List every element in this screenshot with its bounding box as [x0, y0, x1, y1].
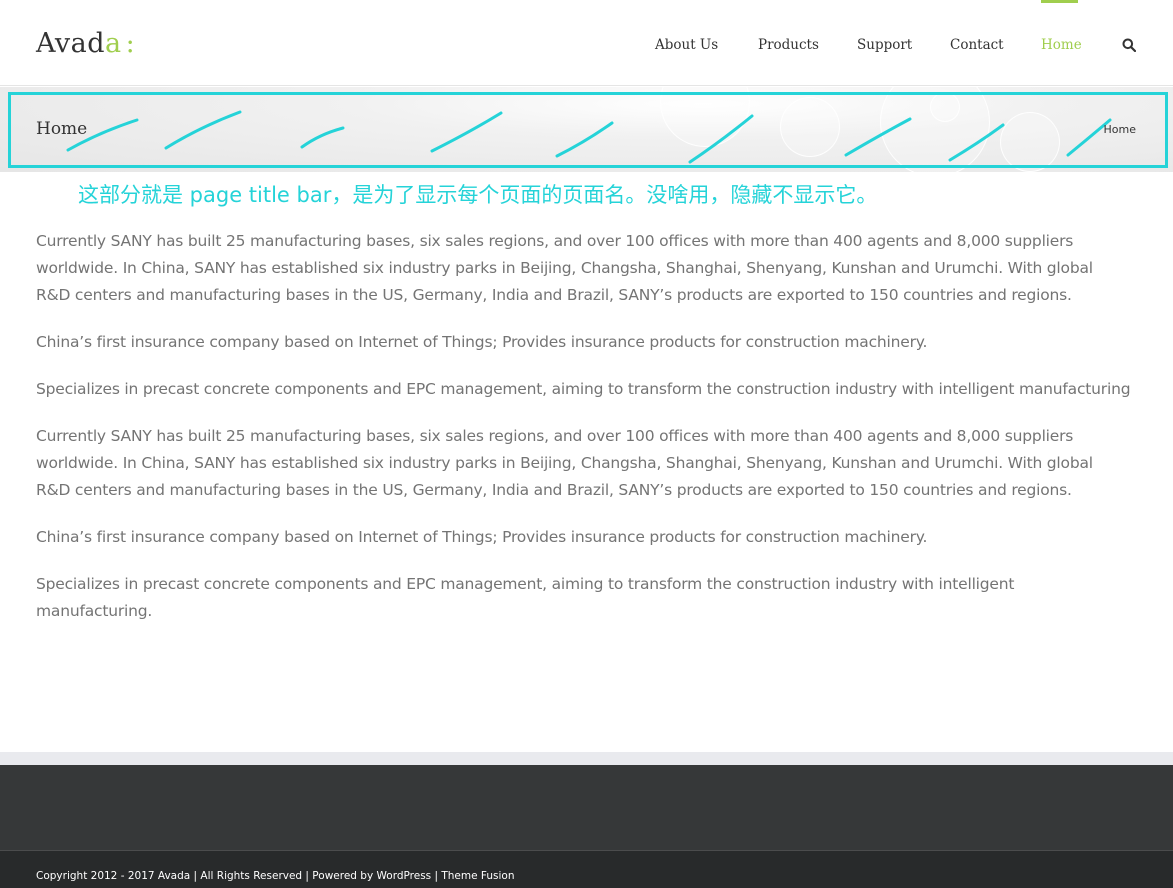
content-paragraph: Currently SANY has built 25 manufacturin…	[36, 427, 1093, 499]
nav-home[interactable]: Home	[1041, 36, 1082, 54]
logo-accent-letter: a	[105, 28, 122, 59]
content-paragraph: Specializes in precast concrete componen…	[36, 380, 1131, 398]
nav-contact[interactable]: Contact	[950, 36, 1004, 54]
main-content: Currently SANY has built 25 manufacturin…	[36, 228, 1131, 645]
content-paragraph: China’s first insurance company based on…	[36, 333, 928, 351]
content-paragraph: Currently SANY has built 25 manufacturin…	[36, 232, 1093, 304]
nav-support[interactable]: Support	[857, 36, 912, 54]
copyright-text: Copyright 2012 - 2017 Avada | All Rights…	[36, 870, 515, 882]
logo-colon: :	[125, 28, 136, 59]
page-title: Home	[36, 119, 88, 139]
breadcrumb-home[interactable]: Home	[1104, 123, 1136, 137]
nav-about-us[interactable]: About Us	[655, 36, 718, 54]
annotation-highlight-frame	[8, 92, 1168, 168]
logo-text: Avada	[36, 28, 122, 59]
footer-separator	[0, 752, 1173, 765]
site-logo[interactable]: Avada:	[36, 28, 135, 60]
annotation-note: 这部分就是 page title bar，是为了显示每个页面的页面名。没啥用，隐…	[78, 183, 878, 207]
content-paragraph: China’s first insurance company based on…	[36, 528, 928, 546]
search-icon[interactable]	[1122, 38, 1136, 52]
active-nav-indicator	[1041, 0, 1078, 3]
nav-products[interactable]: Products	[758, 36, 819, 54]
content-paragraph: Specializes in precast concrete componen…	[36, 575, 1015, 620]
footer-widgets-area	[0, 765, 1173, 850]
